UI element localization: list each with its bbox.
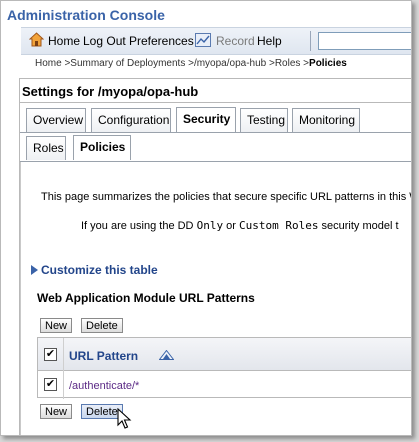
note-mid: or <box>226 220 236 232</box>
toolbar: Home Log Out Preferences Record Help <box>21 27 411 55</box>
page-description: This page summarizes the policies that s… <box>41 191 412 203</box>
tab-configuration[interactable]: Configuration <box>91 108 171 132</box>
home-icon[interactable] <box>29 32 44 47</box>
url-pattern-link[interactable]: /authenticate/* <box>69 380 139 392</box>
column-divider <box>63 338 64 399</box>
breadcrumb-current: Policies <box>309 58 347 69</box>
console-window: Administration Console Home Log Out Pref… <box>0 0 412 436</box>
expand-triangle-icon <box>31 265 38 275</box>
record-icon <box>195 33 211 47</box>
customize-label[interactable]: Customize this table <box>41 263 158 277</box>
security-model-note: If you are using the DD Only or Custom R… <box>81 219 399 232</box>
new-button-bottom[interactable]: New <box>40 404 73 419</box>
subtab-policies[interactable]: Policies <box>73 135 131 160</box>
delete-button-top[interactable]: Delete <box>81 318 123 333</box>
column-header-url-pattern[interactable]: URL Pattern <box>69 349 138 363</box>
mouse-cursor-icon <box>117 408 132 429</box>
divider <box>20 102 411 103</box>
select-all-checkbox[interactable]: ✔ <box>44 348 57 361</box>
url-patterns-table: ✔ URL Pattern ✔ /authenticate/* <box>37 337 411 399</box>
row-checkbox[interactable]: ✔ <box>44 378 57 391</box>
subtab-roles[interactable]: Roles <box>26 136 66 160</box>
settings-panel: Settings for /myopa/opa-hub Overview Con… <box>19 78 412 435</box>
table-title: Web Application Module URL Patterns <box>37 291 255 305</box>
toolbar-separator <box>310 31 311 51</box>
tab-monitoring[interactable]: Monitoring <box>292 108 360 132</box>
note-suffix: security model t <box>321 220 399 232</box>
customize-table-link[interactable]: Customize this table <box>31 263 158 277</box>
note-code-only: Only <box>196 219 224 232</box>
tabs-baseline <box>20 132 411 133</box>
app-title: Administration Console <box>7 7 165 23</box>
new-button-top[interactable]: New <box>40 318 73 333</box>
breadcrumb: Home >Summary of Deployments >/myopa/opa… <box>35 58 347 69</box>
note-prefix: If you are using the DD <box>81 220 194 232</box>
preferences-link[interactable]: Preferences <box>129 34 194 48</box>
home-link[interactable]: Home <box>48 34 80 48</box>
page-title: Settings for /myopa/opa-hub <box>22 84 199 99</box>
sort-ascending-icon[interactable] <box>159 350 174 360</box>
breadcrumb-path[interactable]: Home >Summary of Deployments >/myopa/opa… <box>35 58 309 69</box>
logout-link[interactable]: Log Out <box>83 34 126 48</box>
help-link[interactable]: Help <box>257 34 282 48</box>
note-code-custom-roles: Custom Roles <box>238 219 319 232</box>
tab-security[interactable]: Security <box>176 107 236 132</box>
tab-overview[interactable]: Overview <box>26 108 86 132</box>
tab-testing[interactable]: Testing <box>240 108 288 132</box>
search-input[interactable] <box>318 32 411 50</box>
record-link[interactable]: Record <box>216 34 255 48</box>
